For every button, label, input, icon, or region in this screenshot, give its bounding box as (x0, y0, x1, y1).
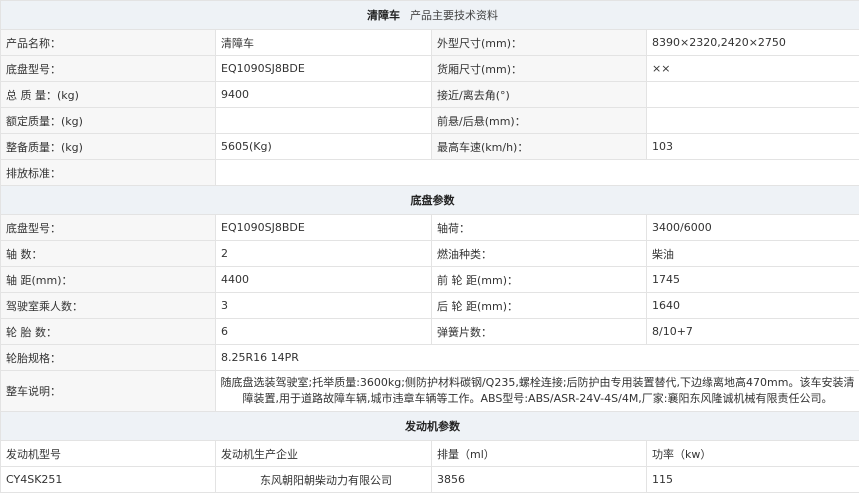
field-value: EQ1090SJ8BDE (215, 55, 432, 82)
column-header: 功率（kw） (646, 440, 859, 467)
table-row: 额定质量：(kg) 前悬/后悬(mm)： (0, 107, 859, 134)
field-value: 3 (215, 292, 432, 319)
field-value: 5605(Kg) (215, 133, 432, 160)
spec-table: 清障车 产品主要技术资料 产品名称： 清障车 外型尺寸(mm)： 8390×232… (0, 0, 859, 493)
section-title: 底盘参数 (410, 194, 455, 207)
field-label: 弹簧片数： (431, 318, 647, 345)
table-row: 驾驶室乘人数： 3 后 轮 距(mm)： 1640 (0, 292, 859, 319)
engine-model: CY4SK251 (0, 466, 216, 493)
column-header: 发动机生产企业 (215, 440, 432, 467)
section-header-engine: 发动机参数 (0, 411, 859, 441)
field-value (646, 107, 859, 134)
engine-power: 115 (646, 466, 859, 493)
tire-spec-value: 8.25R16 14PR (215, 344, 859, 371)
engine-manufacturer: 东风朝阳朝柴动力有限公司 (215, 466, 432, 493)
field-label: 额定质量：(kg) (0, 107, 216, 134)
field-label: 整备质量：(kg) (0, 133, 216, 160)
section-title: 发动机参数 (405, 420, 460, 433)
field-label: 接近/离去角(°) (431, 81, 647, 108)
field-label: 轮 胎 数： (0, 318, 216, 345)
section-title: 清障车 (367, 9, 400, 22)
table-row: 底盘型号： EQ1090SJ8BDE 货厢尺寸(mm)： ×× (0, 55, 859, 82)
field-value: 103 (646, 133, 859, 160)
field-value: 4400 (215, 266, 432, 293)
field-value: 8390×2320,2420×2750 (646, 29, 859, 56)
field-label: 总 质 量：(kg) (0, 81, 216, 108)
table-row: 总 质 量：(kg) 9400 接近/离去角(°) (0, 81, 859, 108)
field-value (646, 81, 859, 108)
section-header-chassis: 底盘参数 (0, 185, 859, 215)
field-value: 6 (215, 318, 432, 345)
field-label: 外型尺寸(mm)： (431, 29, 647, 56)
field-label: 轴荷： (431, 214, 647, 241)
field-label: 燃油种类： (431, 240, 647, 267)
field-label: 前悬/后悬(mm)： (431, 107, 647, 134)
table-row: 轴 数： 2 燃油种类： 柴油 (0, 240, 859, 267)
field-value: EQ1090SJ8BDE (215, 214, 432, 241)
field-label: 最高车速(km/h)： (431, 133, 647, 160)
column-header: 排量（ml） (431, 440, 647, 467)
section-header-main: 清障车 产品主要技术资料 (0, 0, 859, 30)
field-value: 3400/6000 (646, 214, 859, 241)
table-row: 整车说明： 随底盘选装驾驶室;托举质量:3600kg;侧防护材料碳钢/Q235,… (0, 370, 859, 412)
field-label: 底盘型号： (0, 214, 216, 241)
field-value: ×× (646, 55, 859, 82)
table-row: 轮胎规格： 8.25R16 14PR (0, 344, 859, 371)
field-label: 后 轮 距(mm)： (431, 292, 647, 319)
tire-spec-label: 轮胎规格： (0, 344, 216, 371)
table-row: 排放标准： (0, 159, 859, 186)
field-value: 2 (215, 240, 432, 267)
field-label: 前 轮 距(mm)： (431, 266, 647, 293)
table-row: 整备质量：(kg) 5605(Kg) 最高车速(km/h)： 103 (0, 133, 859, 160)
field-value: 柴油 (646, 240, 859, 267)
table-row: 轮 胎 数： 6 弹簧片数： 8/10+7 (0, 318, 859, 345)
engine-displacement: 3856 (431, 466, 647, 493)
table-row: 底盘型号： EQ1090SJ8BDE 轴荷： 3400/6000 (0, 214, 859, 241)
table-row: 产品名称： 清障车 外型尺寸(mm)： 8390×2320,2420×2750 (0, 29, 859, 56)
field-label: 货厢尺寸(mm)： (431, 55, 647, 82)
field-value: 清障车 (215, 29, 432, 56)
table-row: CY4SK251 东风朝阳朝柴动力有限公司 3856 115 (0, 466, 859, 493)
field-label: 驾驶室乘人数： (0, 292, 216, 319)
field-label: 轴 数： (0, 240, 216, 267)
table-row: 发动机型号 发动机生产企业 排量（ml） 功率（kw） (0, 440, 859, 467)
field-value (215, 107, 432, 134)
vehicle-note-label: 整车说明： (0, 370, 216, 412)
field-value: 8/10+7 (646, 318, 859, 345)
field-value: 1640 (646, 292, 859, 319)
vehicle-note-value: 随底盘选装驾驶室;托举质量:3600kg;侧防护材料碳钢/Q235,螺栓连接;后… (215, 370, 859, 412)
column-header: 发动机型号 (0, 440, 216, 467)
field-label: 产品名称： (0, 29, 216, 56)
emission-label: 排放标准： (0, 159, 216, 186)
field-value: 1745 (646, 266, 859, 293)
table-row: 轴 距(mm)： 4400 前 轮 距(mm)： 1745 (0, 266, 859, 293)
field-label: 轴 距(mm)： (0, 266, 216, 293)
field-value: 9400 (215, 81, 432, 108)
section-subtitle: 产品主要技术资料 (410, 9, 498, 22)
field-label: 底盘型号： (0, 55, 216, 82)
emission-value (215, 159, 859, 186)
